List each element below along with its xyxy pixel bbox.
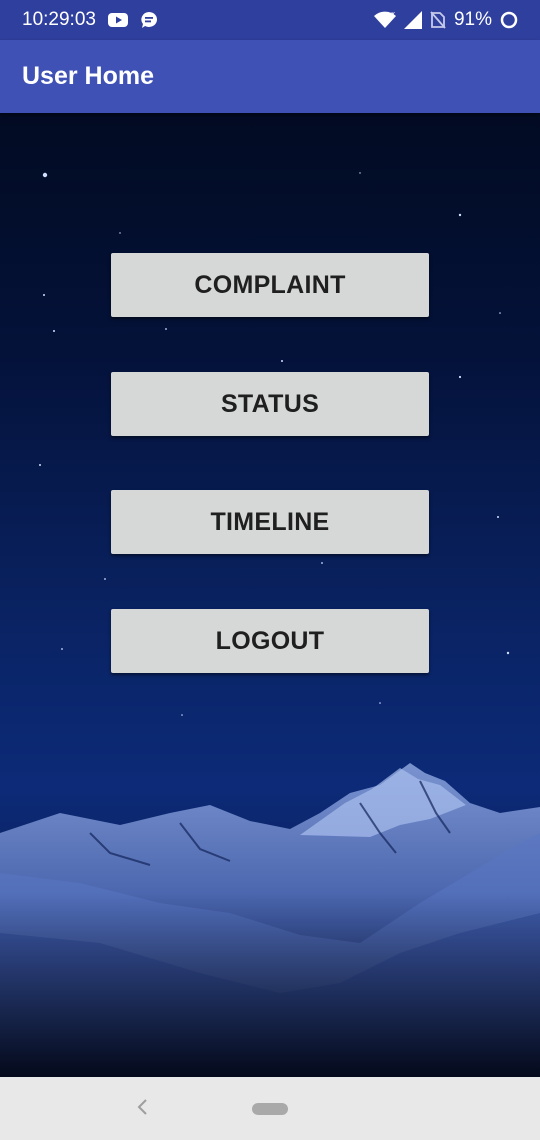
battery-ring-icon [500, 11, 518, 29]
battery-percent: 91% [453, 9, 492, 30]
navigation-bar [0, 1077, 540, 1140]
status-time: 10:29:03 [22, 9, 96, 30]
timeline-button[interactable]: TIMELINE [111, 490, 429, 554]
back-icon[interactable] [134, 1097, 152, 1122]
status-left: 10:29:03 [22, 9, 158, 31]
signal-icon [403, 11, 422, 29]
home-pill-icon[interactable] [252, 1103, 288, 1115]
status-bar: 10:29:03 x 91% [0, 0, 540, 40]
youtube-icon [107, 13, 128, 27]
app-bar: User Home [0, 40, 540, 113]
main-content: COMPLAINT STATUS TIMELINE LOGOUT [0, 113, 540, 1077]
wifi-icon: x [373, 11, 396, 29]
complaint-button[interactable]: COMPLAINT [111, 253, 429, 317]
status-right: x 91% [373, 9, 518, 31]
messaging-icon [140, 11, 158, 29]
logout-button[interactable]: LOGOUT [111, 609, 429, 673]
page-title: User Home [22, 62, 154, 90]
svg-text:x: x [391, 11, 395, 18]
screen: 10:29:03 x 91% User Home COMPLAINT STATU… [0, 0, 540, 1140]
no-sim-icon [430, 11, 446, 29]
status-button[interactable]: STATUS [111, 372, 429, 436]
